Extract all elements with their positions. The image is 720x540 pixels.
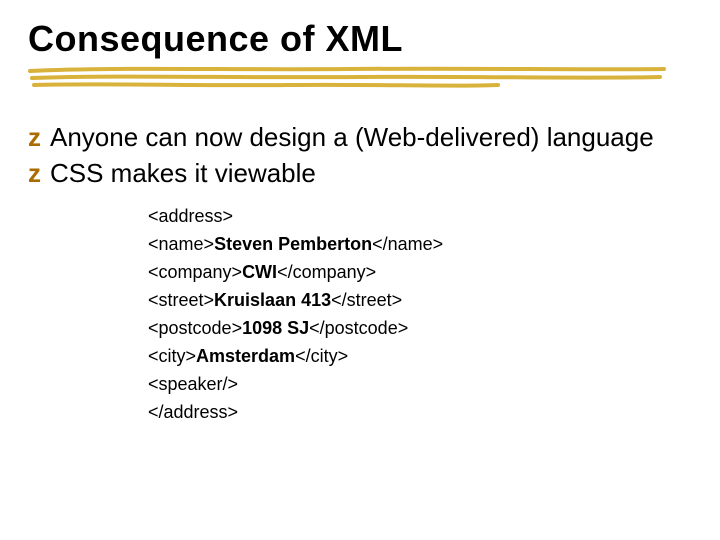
slide: Consequence of XML z Anyone can now desi…: [0, 0, 720, 540]
page-title: Consequence of XML: [28, 18, 692, 60]
bullet-list: z Anyone can now design a (Web-delivered…: [28, 120, 692, 190]
code-line: <name>Steven Pemberton</name>: [148, 230, 692, 258]
code-line: </address>: [148, 398, 692, 426]
code-line: <street>Kruislaan 413</street>: [148, 286, 692, 314]
code-block: <address> <name>Steven Pemberton</name> …: [148, 202, 692, 426]
list-item: z CSS makes it viewable: [28, 156, 692, 190]
list-item: z Anyone can now design a (Web-delivered…: [28, 120, 692, 154]
code-line: <speaker/>: [148, 370, 692, 398]
code-line: <address>: [148, 202, 692, 230]
code-line: <postcode>1098 SJ</postcode>: [148, 314, 692, 342]
bullet-icon: z: [28, 156, 48, 190]
code-line: <city>Amsterdam</city>: [148, 342, 692, 370]
code-line: <company>CWI</company>: [148, 258, 692, 286]
bullet-icon: z: [28, 120, 48, 154]
scribble-underline-icon: [28, 66, 668, 92]
bullet-text: CSS makes it viewable: [50, 156, 316, 190]
title-underline: [28, 66, 668, 92]
bullet-text: Anyone can now design a (Web-delivered) …: [50, 120, 654, 154]
